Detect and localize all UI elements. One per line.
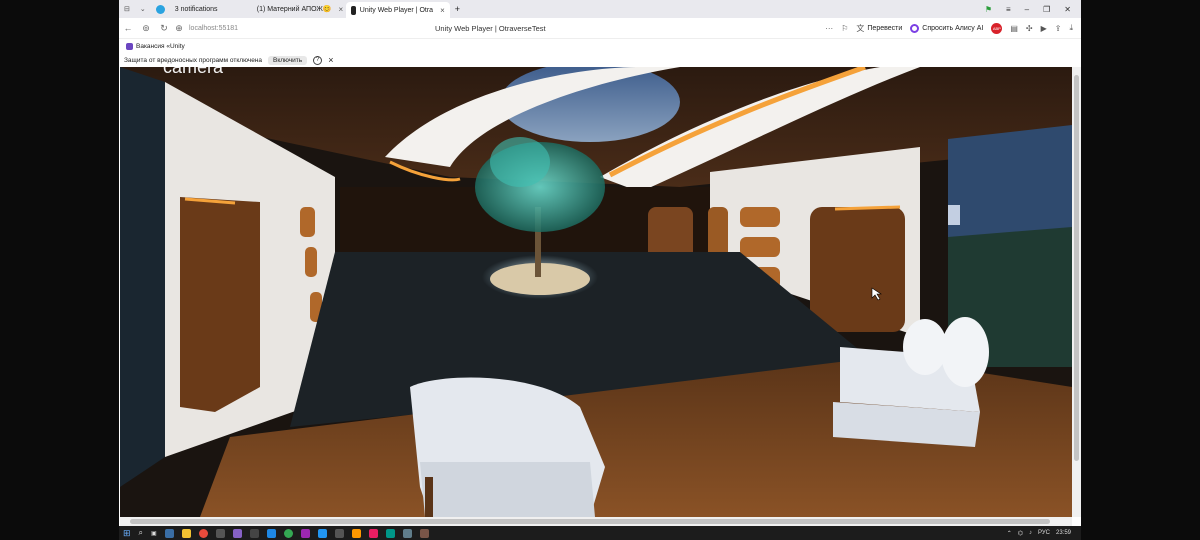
vertical-scrollbar[interactable] bbox=[1072, 67, 1081, 517]
close-window-icon[interactable]: ✕ bbox=[1064, 5, 1071, 14]
help-icon[interactable]: ? bbox=[313, 55, 323, 65]
app-icon[interactable] bbox=[300, 528, 310, 538]
app-icon[interactable] bbox=[334, 528, 344, 538]
site-info-icon[interactable]: ⊕ bbox=[173, 23, 185, 34]
tab-label: Unity Web Player | Otra bbox=[359, 6, 434, 14]
tab-youtube[interactable]: (1) Матерний АПОЖ😊 × bbox=[248, 2, 346, 16]
task-view-icon[interactable]: ▣ bbox=[151, 530, 157, 537]
cushion-2 bbox=[941, 317, 989, 387]
bookmark-item[interactable]: Вакансия «Unity bbox=[136, 43, 185, 50]
far-light bbox=[948, 205, 960, 225]
alice-button[interactable]: Спросить Алису AI bbox=[910, 23, 984, 33]
clock[interactable]: 23:59 bbox=[1056, 530, 1071, 536]
horizontal-scrollbar[interactable] bbox=[120, 517, 1072, 526]
app-icon[interactable] bbox=[385, 528, 395, 538]
system-tray: ⌃ ⌬ ♪ РУС 23:59 bbox=[1007, 530, 1081, 537]
app-icon[interactable] bbox=[368, 528, 378, 538]
unity-canvas[interactable]: camera bbox=[120, 67, 1072, 517]
yandex-browser-icon[interactable] bbox=[198, 528, 208, 538]
scene-render bbox=[120, 67, 1072, 517]
translate-label: Перевести bbox=[867, 24, 903, 32]
translate-icon: 文 bbox=[856, 23, 865, 33]
armchair-seat bbox=[420, 462, 595, 517]
security-icon[interactable]: ⊚ bbox=[137, 23, 155, 34]
right-niche-large bbox=[810, 207, 905, 332]
tab-label: (1) Матерний АПОЖ😊 bbox=[256, 6, 332, 13]
share-icon[interactable]: ⇪ bbox=[1055, 24, 1062, 33]
bookmark-favicon bbox=[126, 42, 133, 50]
extensions-icon[interactable]: ✣ bbox=[1026, 24, 1033, 33]
restore-icon[interactable]: ❐ bbox=[1043, 5, 1050, 14]
niche-right-2 bbox=[740, 237, 780, 257]
tab-list-icon[interactable]: ⌄ bbox=[135, 2, 151, 16]
bookmarks-bar: Вакансия «Unity bbox=[119, 39, 1081, 53]
app-icon[interactable] bbox=[317, 528, 327, 538]
close-icon[interactable]: × bbox=[440, 6, 445, 15]
more-icon[interactable]: ··· bbox=[825, 24, 833, 33]
reload-icon[interactable]: ↻ bbox=[155, 23, 173, 34]
explorer-icon[interactable] bbox=[181, 528, 191, 538]
volume-icon[interactable]: ♪ bbox=[1029, 530, 1032, 536]
unity-overlay-text: camera bbox=[163, 67, 224, 77]
address-actions: ··· ⚐ 文 Перевести Спросить Алису AI ABP … bbox=[825, 22, 1081, 34]
app-icon[interactable] bbox=[402, 528, 412, 538]
app-icon[interactable] bbox=[351, 528, 361, 538]
unity-hub-icon[interactable] bbox=[249, 528, 259, 538]
right-niche-light bbox=[834, 205, 901, 211]
minimize-icon[interactable]: – bbox=[1025, 5, 1029, 14]
lang-indicator[interactable]: РУС bbox=[1038, 530, 1050, 536]
pin-icon[interactable] bbox=[215, 528, 225, 538]
tab-notifications[interactable]: 3 notifications bbox=[170, 2, 248, 16]
network-icon[interactable]: ⌬ bbox=[1018, 530, 1023, 537]
tab-label: 3 notifications bbox=[174, 5, 218, 13]
vscode-icon[interactable] bbox=[266, 528, 276, 538]
security-infobar: Защита от вредоносных программ отключена… bbox=[119, 53, 1081, 67]
close-infobar-icon[interactable]: × bbox=[328, 55, 333, 65]
menu-icon[interactable]: ≡ bbox=[1006, 5, 1011, 14]
niche-right-1 bbox=[740, 207, 780, 227]
adblock-icon[interactable]: ABP bbox=[991, 22, 1003, 34]
alice-icon bbox=[910, 23, 920, 33]
media-icon[interactable]: ▶ bbox=[1041, 24, 1047, 33]
close-icon[interactable]: × bbox=[339, 5, 344, 14]
cushion-1 bbox=[903, 319, 947, 375]
screen: ⊟ ⌄ 3 notifications (1) Матерний АПОЖ😊 ×… bbox=[0, 0, 1200, 540]
new-tab-button[interactable]: + bbox=[450, 2, 465, 16]
back-icon[interactable]: ← bbox=[119, 23, 137, 33]
browser-window: ⊟ ⌄ 3 notifications (1) Матерний АПОЖ😊 ×… bbox=[119, 0, 1081, 526]
app-icon[interactable] bbox=[419, 528, 429, 538]
infobar-message: Защита от вредоносных программ отключена bbox=[124, 56, 263, 64]
tab-counter-icon[interactable]: ⊟ bbox=[119, 2, 135, 16]
scroll-thumb[interactable] bbox=[1074, 75, 1079, 461]
niche-small-1 bbox=[300, 207, 315, 237]
tab-unity[interactable]: Unity Web Player | Otra × bbox=[345, 2, 450, 18]
visual-studio-icon[interactable] bbox=[232, 528, 242, 538]
translate-button[interactable]: 文 Перевести bbox=[856, 23, 902, 34]
chair-leg bbox=[425, 477, 433, 517]
chevron-up-icon[interactable]: ⌃ bbox=[1007, 530, 1012, 537]
left-niche bbox=[180, 197, 260, 412]
url-field[interactable]: localhost:55181 bbox=[189, 25, 238, 32]
download-icon[interactable]: ⤓ bbox=[1069, 23, 1073, 33]
window-controls: ⚑ ≡ – ❐ ✕ bbox=[985, 5, 1081, 14]
enable-button[interactable]: Включить bbox=[268, 55, 308, 65]
telegram-icon[interactable] bbox=[151, 2, 170, 16]
bookmark-icon[interactable]: ⚐ bbox=[841, 24, 848, 33]
widgets-icon[interactable] bbox=[164, 528, 174, 538]
taskbar: ⊞ ⌕ ▣ ⌃ ⌬ ♪ РУС 23:59 bbox=[119, 526, 1081, 540]
tab-bar: ⊟ ⌄ 3 notifications (1) Матерний АПОЖ😊 ×… bbox=[119, 0, 1081, 18]
windows-start-icon[interactable]: ⊞ bbox=[123, 528, 131, 539]
left-glass bbox=[120, 67, 165, 487]
scroll-thumb[interactable] bbox=[130, 519, 1050, 524]
search-icon[interactable]: ⌕ bbox=[139, 528, 143, 538]
page-title: Unity Web Player | OtraverseTest bbox=[435, 23, 546, 33]
tab-collections-icon[interactable]: ▤ bbox=[1010, 24, 1018, 33]
download-flag-icon[interactable]: ⚑ bbox=[985, 5, 992, 14]
chrome-icon[interactable] bbox=[283, 528, 293, 538]
tree-canopy-top bbox=[490, 137, 550, 187]
unity-icon bbox=[350, 5, 356, 15]
address-bar: ← ⊚ ↻ ⊕ localhost:55181 Unity Web Player… bbox=[119, 18, 1081, 39]
niche-small-2 bbox=[305, 247, 317, 277]
alice-label: Спросить Алису AI bbox=[922, 24, 984, 32]
